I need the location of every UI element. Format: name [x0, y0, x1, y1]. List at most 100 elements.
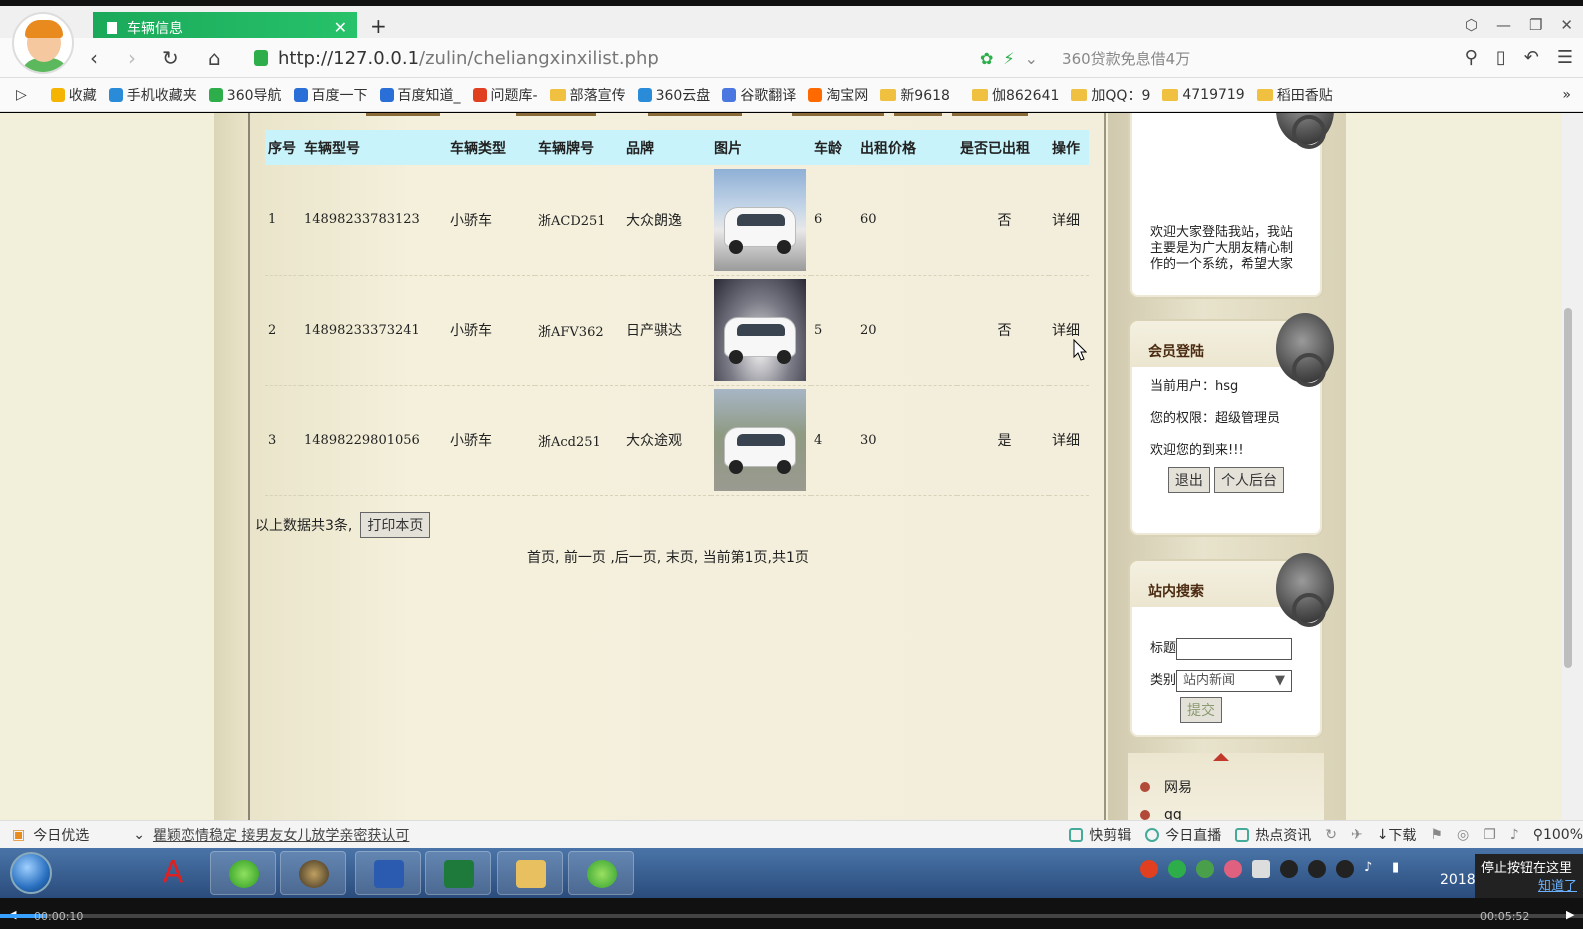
- acrobat-app[interactable]: A: [140, 851, 206, 895]
- explorer-app[interactable]: [497, 851, 563, 895]
- refresh-icon[interactable]: ↻: [1325, 827, 1337, 843]
- vehicle-photo[interactable]: [714, 389, 806, 491]
- address-bar[interactable]: http://127.0.0.1/zulin/cheliangxinxilist…: [254, 43, 1434, 73]
- download-item[interactable]: ↓ 下载: [1377, 825, 1417, 845]
- bookmark-item[interactable]: 部落宣传: [549, 85, 626, 105]
- speed-mode-icon[interactable]: ⚡: [1003, 49, 1014, 68]
- sidebar-toggle-icon[interactable]: ▷: [16, 87, 27, 103]
- qq-icon[interactable]: [1280, 860, 1298, 878]
- bookmark-item[interactable]: 谷歌翻译: [722, 85, 796, 105]
- minimize-button[interactable]: —: [1496, 16, 1511, 34]
- back-button[interactable]: ‹: [90, 46, 98, 70]
- bookmark-label: 新9618: [900, 87, 950, 104]
- vehicle-type: 小骄车: [447, 385, 535, 496]
- bookmark-item[interactable]: 百度知道_: [379, 85, 461, 105]
- qq-icon[interactable]: [1308, 860, 1326, 878]
- excel-app[interactable]: [425, 851, 491, 895]
- photo-app[interactable]: [280, 851, 346, 895]
- browser-icon[interactable]: ◎: [1457, 827, 1469, 843]
- vehicle-model: 14898229801056: [301, 385, 447, 496]
- summary-line: 以上数据共3条, 打印本页: [255, 512, 431, 538]
- home-button[interactable]: ⌂: [208, 46, 221, 70]
- volume-icon[interactable]: ♪: [1510, 827, 1519, 843]
- next-icon[interactable]: ▶: [1566, 908, 1574, 921]
- logout-button[interactable]: 退出: [1167, 467, 1210, 493]
- print-page-button[interactable]: 打印本页: [360, 512, 431, 538]
- notice-dismiss-link[interactable]: 知道了: [1481, 878, 1577, 896]
- bookmark-item[interactable]: 新9618: [880, 85, 950, 105]
- quick-clip-item[interactable]: 快剪辑: [1069, 825, 1131, 845]
- seek-track[interactable]: [0, 914, 1583, 918]
- dropdown-chevron-icon[interactable]: ⌄: [1025, 49, 1038, 68]
- qq-icon[interactable]: [1336, 860, 1354, 878]
- undo-icon[interactable]: ↶: [1524, 47, 1539, 68]
- personal-backend-button[interactable]: 个人后台: [1214, 467, 1285, 493]
- bookmark-item[interactable]: 收藏: [50, 85, 97, 105]
- reload-button[interactable]: ↻: [162, 46, 179, 70]
- bookmark-item[interactable]: 稻田香贴: [1256, 85, 1333, 105]
- window-icon[interactable]: ❐: [1483, 827, 1496, 843]
- column-header: 图片: [711, 130, 811, 165]
- hot-news-item[interactable]: 热点资讯: [1235, 825, 1311, 845]
- 360-icon[interactable]: [1168, 860, 1186, 878]
- recorder-notice: 停止按钮在这里 知道了: [1475, 854, 1583, 898]
- submit-button[interactable]: 提交: [1180, 697, 1222, 723]
- shield-icon[interactable]: [1196, 860, 1214, 878]
- link-item[interactable]: 网易: [1140, 777, 1192, 797]
- vehicle-photo[interactable]: [714, 279, 806, 381]
- detail-link[interactable]: 详细: [1049, 165, 1089, 276]
- category-select[interactable]: 站内新闻 ▼: [1176, 669, 1293, 692]
- bookmark-label: 4719719: [1182, 86, 1245, 103]
- menu-icon[interactable]: ☰: [1557, 47, 1573, 68]
- live-item[interactable]: 今日直播: [1145, 825, 1221, 845]
- gift-icon: ▣: [12, 826, 26, 843]
- scroll-thumb[interactable]: [1564, 308, 1572, 668]
- today-picks[interactable]: 今日优选: [33, 825, 89, 845]
- ie-browser-app[interactable]: [210, 851, 276, 895]
- forward-button[interactable]: ›: [128, 46, 136, 70]
- pin-icon[interactable]: ✈: [1351, 827, 1363, 843]
- bookmark-item[interactable]: 手机收藏夹: [108, 85, 197, 105]
- zoom-level[interactable]: ⚲ 100%: [1533, 827, 1583, 843]
- bookmark-item[interactable]: 伽862641: [971, 85, 1059, 105]
- bookmark-label: 谷歌翻译: [740, 87, 797, 104]
- bookmark-item[interactable]: 4719719: [1162, 86, 1245, 103]
- search-suggestion[interactable]: 360贷款免息借4万: [1062, 48, 1190, 69]
- news-ticker[interactable]: 瞿颖恋情稳定 接男友女儿放学亲密获认可: [153, 825, 409, 845]
- speaker-icon[interactable]: ♪: [1364, 860, 1382, 878]
- bookmark-item[interactable]: 百度一下: [293, 85, 368, 105]
- close-tab-icon[interactable]: ✕: [334, 18, 347, 37]
- more-bookmarks-icon[interactable]: »: [1562, 87, 1571, 103]
- bookmark-item[interactable]: 360云盘: [637, 85, 710, 105]
- bookmark-item[interactable]: 360导航: [208, 85, 282, 105]
- word-app[interactable]: [355, 851, 421, 895]
- bookmark-item[interactable]: 淘宝网: [808, 85, 868, 105]
- welcome-text: 欢迎大家登陆我站，我站主要是为广大朋友精心制作的一个系统，希望大家: [1150, 225, 1294, 272]
- user-avatar[interactable]: [12, 12, 74, 74]
- usb-icon[interactable]: [1252, 860, 1270, 878]
- system-clock[interactable]: 2018: [1440, 872, 1476, 888]
- link-item[interactable]: qq: [1140, 807, 1182, 820]
- new-tab-button[interactable]: +: [370, 14, 387, 38]
- bookmark-item[interactable]: 问题库-: [472, 85, 538, 105]
- compat-mode-icon[interactable]: ✿: [980, 49, 993, 68]
- vertical-scrollbar[interactable]: [1562, 113, 1583, 820]
- vehicle-photo[interactable]: [714, 168, 806, 271]
- flag-icon[interactable]: ⚑: [1430, 827, 1443, 843]
- detail-link[interactable]: 详细: [1049, 385, 1089, 496]
- 360-browser-app[interactable]: [568, 851, 634, 895]
- skin-icon[interactable]: ⬡: [1465, 16, 1478, 34]
- close-window-button[interactable]: ✕: [1560, 16, 1573, 34]
- start-button[interactable]: [10, 852, 52, 894]
- title-input[interactable]: [1176, 637, 1293, 660]
- pagination[interactable]: 首页, 前一页 ,后一页, 末页, 当前第1页,共1页: [527, 547, 809, 567]
- search-icon[interactable]: ⚲: [1465, 47, 1478, 68]
- elapsed-time: 00:00:10: [34, 910, 84, 923]
- mobile-icon[interactable]: ▯: [1496, 47, 1506, 68]
- bookmark-item[interactable]: 加QQ：9: [1071, 85, 1150, 105]
- maximize-button[interactable]: ❐: [1529, 16, 1542, 34]
- tray-app-icon[interactable]: [1224, 860, 1242, 878]
- detail-link[interactable]: 详细: [1049, 275, 1089, 386]
- sogou-icon[interactable]: [1140, 860, 1158, 878]
- network-icon[interactable]: ▮: [1392, 860, 1410, 878]
